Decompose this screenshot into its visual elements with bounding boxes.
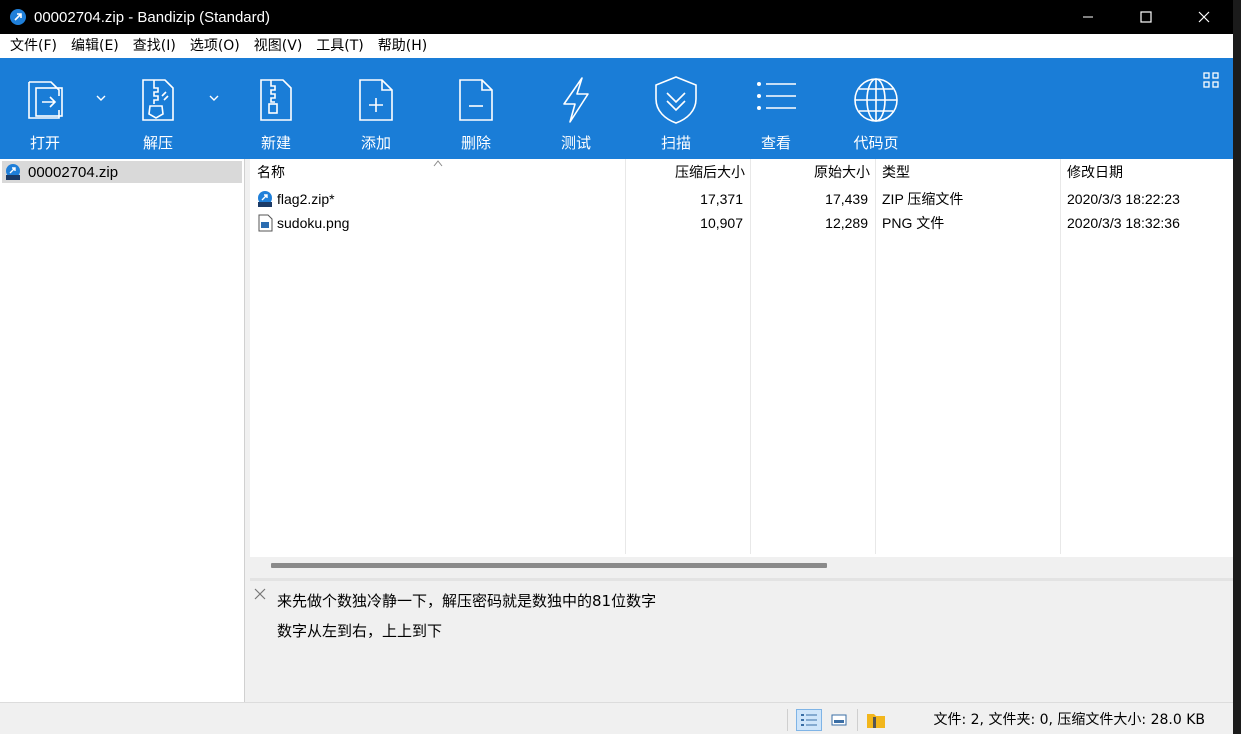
minimize-button[interactable] (1059, 0, 1117, 34)
column-header-original-size[interactable]: 原始大小 (750, 159, 870, 187)
extract-zip-icon (133, 75, 183, 125)
menu-options[interactable]: 选项(O) (183, 34, 247, 58)
menu-view[interactable]: 视图(V) (247, 34, 310, 58)
close-icon (1198, 11, 1210, 23)
new-archive-icon (251, 75, 301, 125)
test-label: 测试 (560, 134, 591, 152)
bandizip-logo-icon (10, 9, 26, 25)
file-name: sudoku.png (277, 215, 350, 231)
title-bar: 00002704.zip - Bandizip (Standard) (0, 0, 1233, 34)
menu-file[interactable]: 文件(F) (3, 34, 64, 58)
open-archive-icon (20, 75, 70, 125)
chevron-down-icon (209, 95, 219, 101)
menu-edit[interactable]: 编辑(E) (64, 34, 126, 58)
new-label: 新建 (260, 134, 291, 152)
delete-label: 删除 (460, 134, 491, 152)
close-icon[interactable] (254, 588, 266, 600)
lightning-icon (551, 75, 601, 125)
zip-file-icon (258, 191, 272, 207)
shield-icon (651, 75, 701, 125)
open-folder-button[interactable] (863, 709, 889, 731)
chevron-down-icon (96, 95, 106, 101)
file-modified: 2020/3/3 18:32:36 (1067, 215, 1180, 231)
file-original-size: 12,289 (825, 215, 868, 231)
list-view-icon (751, 75, 801, 125)
bandizip-window: 00002704.zip - Bandizip (Standard) 文件(F)… (0, 0, 1233, 734)
details-view-icon (801, 714, 817, 726)
file-row[interactable]: flag2.zip* 17,371 17,439 ZIP 压缩文件 2020/3… (250, 187, 1233, 211)
menu-help[interactable]: 帮助(H) (371, 34, 434, 58)
grid-layout-icon (1203, 72, 1219, 88)
column-header-name[interactable]: 名称 (257, 159, 285, 187)
window-title: 00002704.zip - Bandizip (Standard) (34, 8, 270, 26)
scan-button[interactable]: 扫描 (631, 58, 721, 159)
layout-toggle-button[interactable] (1203, 72, 1219, 88)
close-button[interactable] (1175, 0, 1233, 34)
image-file-icon (258, 214, 273, 232)
test-button[interactable]: 测试 (531, 58, 621, 159)
status-bar: 文件: 2, 文件夹: 0, 压缩文件大小: 28.0 KB (0, 702, 1233, 734)
menu-tools[interactable]: 工具(T) (309, 34, 370, 58)
tree-item-label: 00002704.zip (28, 163, 119, 181)
file-packed-size: 10,907 (700, 215, 743, 231)
column-header-modified[interactable]: 修改日期 (1067, 159, 1123, 187)
menu-find[interactable]: 查找(I) (126, 34, 183, 58)
file-packed-size: 17,371 (700, 191, 743, 207)
status-summary: 文件: 2, 文件夹: 0, 压缩文件大小: 28.0 KB (933, 712, 1205, 728)
column-header-packed-size[interactable]: 压缩后大小 (625, 159, 745, 187)
file-original-size: 17,439 (825, 191, 868, 207)
extract-label: 解压 (142, 134, 173, 152)
comment-line-2: 数字从左到右，上上到下 (277, 622, 443, 640)
details-view-button[interactable] (796, 709, 822, 731)
column-header-type[interactable]: 类型 (882, 159, 910, 187)
codepage-label: 代码页 (853, 134, 899, 152)
sort-ascending-icon (433, 160, 443, 167)
view-button[interactable]: 查看 (731, 58, 821, 159)
status-separator (857, 709, 858, 731)
open-button[interactable]: 打开 (0, 58, 90, 159)
horizontal-scrollbar[interactable] (250, 557, 1233, 575)
comment-line-1: 来先做个数独冷静一下，解压密码就是数独中的81位数字 (277, 592, 657, 610)
delete-file-icon (451, 75, 501, 125)
minimize-icon (1083, 16, 1093, 18)
scan-label: 扫描 (660, 134, 691, 152)
maximize-icon (1140, 11, 1152, 23)
status-separator (787, 709, 788, 731)
file-type: PNG 文件 (882, 215, 945, 231)
file-type: ZIP 压缩文件 (882, 191, 964, 207)
add-button[interactable]: 添加 (331, 58, 421, 159)
add-label: 添加 (360, 134, 391, 152)
zip-folder-icon (867, 714, 885, 728)
file-modified: 2020/3/3 18:22:23 (1067, 191, 1180, 207)
tree-item-archive-root[interactable]: 00002704.zip (2, 161, 242, 183)
view-label: 查看 (760, 134, 791, 152)
file-row[interactable]: sudoku.png 10,907 12,289 PNG 文件 2020/3/3… (250, 211, 1233, 235)
zip-archive-icon (6, 164, 20, 180)
open-label: 打开 (29, 134, 60, 152)
new-button[interactable]: 新建 (231, 58, 321, 159)
extract-dropdown-arrow[interactable] (207, 91, 221, 105)
folder-tree: 00002704.zip (0, 159, 245, 702)
menu-bar: 文件(F) 编辑(E) 查找(I) 选项(O) 视图(V) 工具(T) 帮助(H… (0, 34, 1233, 58)
toolbar: 打开 解压 新建 添加 删除 测试 扫描 查看 代码页 (0, 58, 1233, 159)
scrollbar-thumb[interactable] (271, 563, 827, 568)
extract-button[interactable]: 解压 (113, 58, 203, 159)
add-file-icon (351, 75, 401, 125)
file-list: 名称 压缩后大小 原始大小 类型 修改日期 flag2.zip* 17,371 … (250, 159, 1233, 557)
open-dropdown-arrow[interactable] (94, 91, 108, 105)
file-name: flag2.zip* (277, 191, 335, 207)
archive-comment-panel: 来先做个数独冷静一下，解压密码就是数独中的81位数字 数字从左到右，上上到下 (250, 578, 1233, 702)
delete-button[interactable]: 删除 (431, 58, 521, 159)
image-preview-icon (831, 714, 847, 726)
maximize-button[interactable] (1117, 0, 1175, 34)
globe-icon (851, 75, 901, 125)
codepage-button[interactable]: 代码页 (831, 58, 921, 159)
thumbnail-view-button[interactable] (826, 709, 852, 731)
